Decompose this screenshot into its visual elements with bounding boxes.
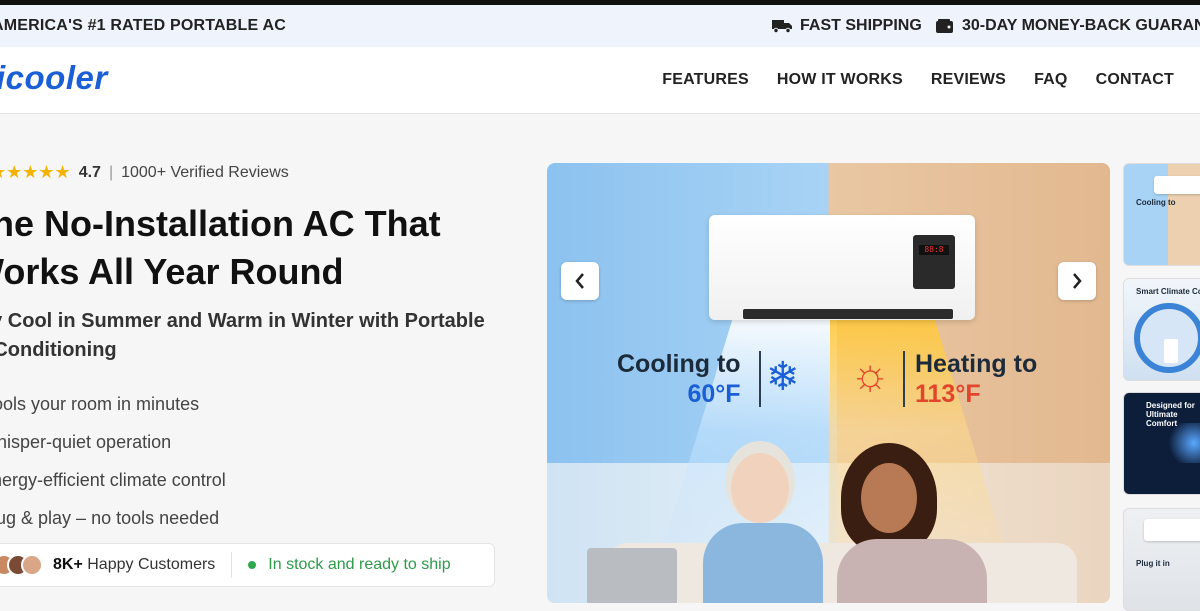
nav-reviews[interactable]: REVIEWS [931,71,1006,89]
product-image-carousel[interactable]: 88:8 Cooling to 60°F ❄ ☼ Heating to 113°… [547,163,1110,603]
list-item: Plug & play – no tools needed [0,508,220,528]
ac-display: 88:8 [919,245,949,255]
list-item: Energy-efficient climate control [0,470,226,490]
hero-headline: The No-Installation AC That Works All Ye… [0,203,441,292]
perk-label: FAST SHIPPING [800,17,922,34]
announcement-rating-text: AMERICA'S #1 RATED PORTABLE AC [0,17,286,34]
thumbnail-caption: Smart Climate Control [1136,287,1200,296]
chevron-left-icon [575,273,584,289]
laptop-image [587,548,677,603]
avatar [21,554,43,576]
list-item: Whisper-quiet operation [0,432,172,452]
stock-status-dot [248,561,257,569]
sun-icon: ☼ [850,350,891,399]
brand-logo[interactable]: icooler [0,59,108,97]
gallery-thumbnail[interactable]: Smart Climate Control [1123,278,1200,381]
gallery-thumbnail[interactable]: Cooling to [1123,163,1200,266]
chevron-right-icon [1073,273,1082,289]
perk-fast-shipping: FAST SHIPPING [772,17,922,35]
benefit-list: Cools your room in minutes Whisper-quiet… [0,385,226,537]
carousel-prev-button[interactable] [561,262,599,300]
nav-features[interactable]: FEATURES [662,71,749,89]
truck-icon [772,20,792,33]
hero-subhead: Stay Cool in Summer and Warm in Winter w… [0,310,485,361]
perk-label: 30-DAY MONEY-BACK GUARANTEE [962,17,1200,34]
snowflake-icon: ❄ [766,355,800,399]
ac-vent [743,309,953,319]
divider [759,351,761,407]
person-image [837,443,997,603]
nav-faq[interactable]: FAQ [1034,71,1068,89]
thumbnail-caption: Plug it in [1136,559,1170,568]
thumbnail-caption: Cooling to [1136,198,1176,207]
wallet-icon [936,18,953,33]
person-image [697,453,823,603]
gallery-thumbnail[interactable]: Plug it in [1123,508,1200,611]
rating-row: ★★★★★ 4.7 | 1000+ Verified Reviews [0,162,289,183]
review-count: 1000+ Verified Reviews [121,163,289,181]
ac-control-panel: 88:8 [913,235,955,289]
cooling-label: Cooling to 60°F [617,350,741,408]
gallery-thumbnail[interactable]: Designed for Ultimate Comfort [1123,392,1200,495]
navbar: icooler FEATURES HOW IT WORKS REVIEWS FA… [0,47,1200,114]
divider [231,552,233,578]
customers-count: 8K+ Happy Customers [53,556,216,573]
perk-money-back: 30-DAY MONEY-BACK GUARANTEE [936,17,1200,35]
heating-label: Heating to 113°F [915,350,1038,408]
trust-bar: 8K+ Happy Customers In stock and ready t… [0,543,495,587]
main-nav: FEATURES HOW IT WORKS REVIEWS FAQ CONTAC… [662,71,1174,89]
announcement-bar: AMERICA'S #1 RATED PORTABLE AC FAST SHIP… [0,5,1200,47]
customer-avatars [0,554,43,576]
list-item: Cools your room in minutes [0,394,200,414]
nav-contact[interactable]: CONTACT [1096,71,1174,89]
stock-status: In stock and ready to ship [268,556,451,573]
divider [903,351,905,407]
star-rating-icon: ★★★★★ [0,162,71,182]
nav-how-it-works[interactable]: HOW IT WORKS [777,71,903,89]
carousel-next-button[interactable] [1058,262,1096,300]
rating-score: 4.7 [78,163,101,181]
rating-separator: | [108,163,114,181]
